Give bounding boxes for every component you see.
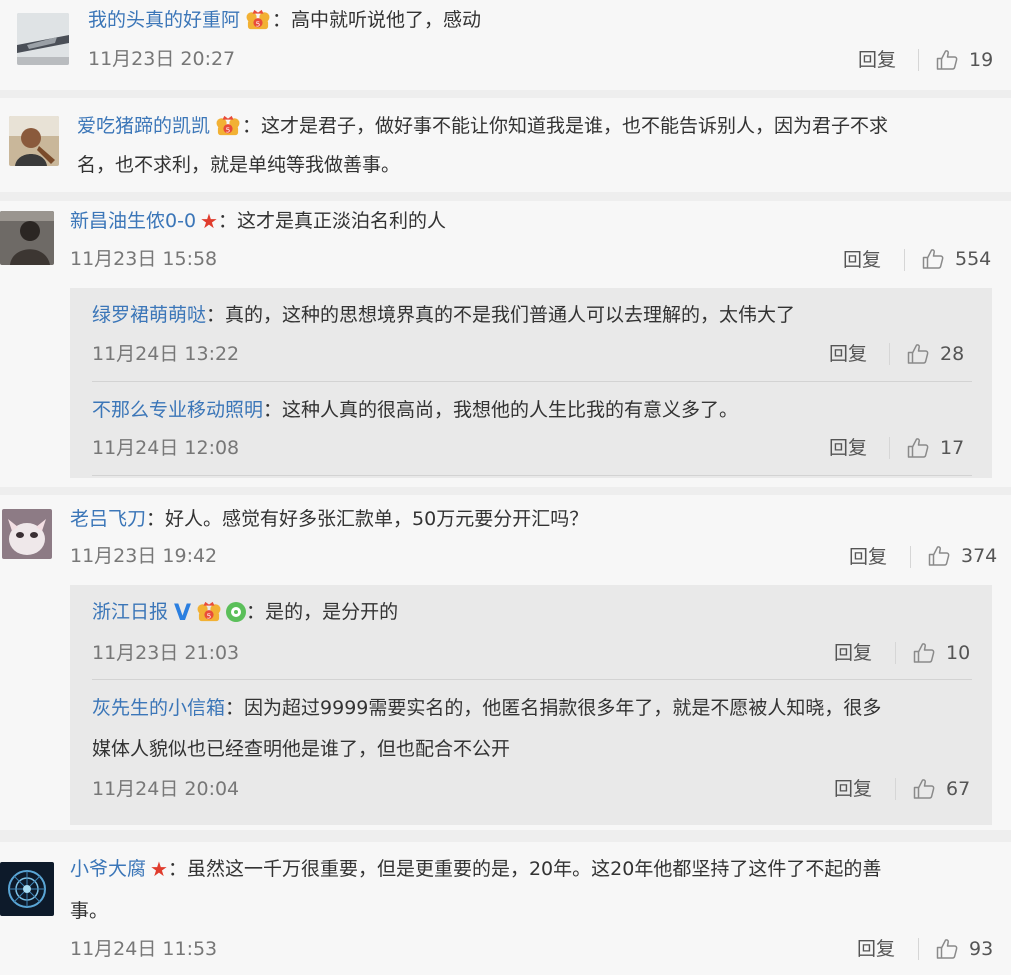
thumbs-up-icon [935,937,959,961]
avatar[interactable] [17,13,69,65]
comment-body: 小爷大腐 ★：虽然这一千万很重要，但是更重要的是，20年。这20年他都坚持了这件了… [70,857,882,881]
comment-text: 事。 [70,900,109,922]
verified-v-icon: V [174,601,192,626]
reply-button[interactable]: 回复 [834,642,872,664]
comment-card: 我的头真的好重阿 ：高中就听说他了，感动 11月23日 20:27 回复 19 [0,0,1011,90]
comment-text: 名，也不求利，就是单纯等我做善事。 [77,154,401,176]
reply-date: 11月24日 20:04 [92,778,240,800]
like-button[interactable]: 28 [906,342,964,366]
comment-text: 这才是君子，做好事不能让你知道我是谁，也不能告诉别人，因为君子不求 [261,115,889,137]
star-icon: ★ [150,857,168,881]
comment-body: 老吕飞刀：好人。感觉有好多张汇款单，50万元要分开汇吗？ [70,508,589,530]
reply-divider [92,475,972,476]
comment-card: 老吕飞刀：好人。感觉有好多张汇款单，50万元要分开汇吗？ 11月23日 19:4… [0,495,1011,830]
like-count: 10 [946,642,971,664]
green-circle-icon [226,602,247,622]
comment-text: 高中就听说他了，感动 [291,9,482,31]
reply-text: 媒体人貌似也已经查明他是谁了，但也配合不公开 [92,738,511,760]
username-link[interactable]: 爱吃猪蹄的凯凯 [77,115,210,137]
like-button[interactable]: 10 [912,641,970,665]
username-link[interactable]: 绿罗裙萌萌哒 [92,304,206,326]
comment-text: 好人。感觉有好多张汇款单，50万元要分开汇吗？ [165,508,589,530]
reply-button[interactable]: 回复 [829,343,867,365]
reply-date: 11月24日 13:22 [92,343,240,365]
reply-date: 11月24日 12:08 [92,437,240,459]
avatar[interactable] [2,509,52,559]
divider [918,49,919,71]
reply-text: 因为超过9999需要实名的，他匿名捐款很多年了，就是不愿被人知晓，很多 [244,697,882,719]
vip-crown-icon [244,9,272,31]
reply-body: 灰先生的小信箱：因为超过9999需要实名的，他匿名捐款很多年了，就是不愿被人知晓… [92,697,882,719]
reply-body: 浙江日报 V ：是的，是分开的 [92,601,399,626]
username-link[interactable]: 新昌油生侬0-0 [70,210,196,232]
comment-text: 这才是真正淡泊名利的人 [237,210,447,232]
reply-text: 真的，这种的思想境界真的不是我们普通人可以去理解的，太伟大了 [225,304,796,326]
comment-date: 11月23日 19:42 [70,545,218,567]
username-link[interactable]: 我的头真的好重阿 [88,9,240,31]
reply-button[interactable]: 回复 [829,437,867,459]
thumbs-up-icon [912,777,936,801]
reply-button[interactable]: 回复 [843,249,881,271]
reply-button[interactable]: 回复 [849,546,887,568]
reply-date: 11月23日 21:03 [92,642,240,664]
comment-date: 11月24日 11:53 [70,938,218,960]
username-link[interactable]: 老吕飞刀 [70,508,146,530]
vip-crown-icon [195,601,223,623]
comment-body: 新昌油生侬0-0 ★：这才是真正淡泊名利的人 [70,209,447,233]
thumbs-up-icon [906,436,930,460]
comment-body: 爱吃猪蹄的凯凯 ：这才是君子，做好事不能让你知道我是谁，也不能告诉别人，因为君子不… [77,115,889,137]
username-link[interactable]: 灰先生的小信箱 [92,697,225,719]
divider [918,938,919,960]
divider [904,249,905,271]
username-link[interactable]: 浙江日报 [92,601,168,623]
reply-text: 是的，是分开的 [265,601,399,623]
like-button[interactable]: 93 [935,937,993,961]
comment-body: 我的头真的好重阿 ：高中就听说他了，感动 [88,9,482,31]
divider [895,642,896,664]
like-count: 554 [955,248,992,270]
vip-crown-icon [214,115,242,137]
divider [895,778,896,800]
reply-button[interactable]: 回复 [834,778,872,800]
comment-text: 虽然这一千万很重要，但是更重要的是，20年。这20年他都坚持了这件了不起的善 [186,858,882,880]
username-link[interactable]: 不那么专业移动照明 [92,399,263,421]
comment-card: 小爷大腐 ★：虽然这一千万很重要，但是更重要的是，20年。这20年他都坚持了这件了… [0,842,1011,975]
thumbs-up-icon [912,641,936,665]
thumbs-up-icon [921,247,945,271]
username-link[interactable]: 小爷大腐 [70,858,146,880]
reply-divider [92,381,972,382]
divider [889,343,890,365]
like-button[interactable]: 17 [906,436,964,460]
like-count: 28 [940,343,965,365]
like-button[interactable]: 554 [921,247,991,271]
like-count: 19 [969,49,994,71]
reply-text: 这种人真的很高尚，我想他的人生比我的有意义多了。 [282,399,739,421]
comment-date: 11月23日 20:27 [88,48,236,70]
comment-card: 新昌油生侬0-0 ★：这才是真正淡泊名利的人 11月23日 15:58 回复 55… [0,201,1011,487]
like-count: 93 [969,938,994,960]
like-count: 374 [961,545,998,567]
like-count: 67 [946,778,971,800]
like-button[interactable]: 67 [912,777,970,801]
reply-body: 不那么专业移动照明：这种人真的很高尚，我想他的人生比我的有意义多了。 [92,399,739,421]
comment-date: 11月23日 15:58 [70,248,218,270]
avatar[interactable] [0,211,54,265]
reply-divider [92,679,972,680]
thumbs-up-icon [927,544,951,568]
reply-button[interactable]: 回复 [858,49,896,71]
like-button[interactable]: 19 [935,48,993,72]
thumbs-up-icon [906,342,930,366]
comment-card: 爱吃猪蹄的凯凯 ：这才是君子，做好事不能让你知道我是谁，也不能告诉别人，因为君子不… [0,98,1011,192]
reply-button[interactable]: 回复 [857,938,895,960]
like-count: 17 [940,437,965,459]
avatar[interactable] [9,116,59,166]
avatar[interactable] [0,862,54,916]
divider [910,546,911,568]
divider [889,437,890,459]
thumbs-up-icon [935,48,959,72]
like-button[interactable]: 374 [927,544,997,568]
reply-body: 绿罗裙萌萌哒：真的，这种的思想境界真的不是我们普通人可以去理解的，太伟大了 [92,304,796,326]
star-icon: ★ [200,209,218,233]
